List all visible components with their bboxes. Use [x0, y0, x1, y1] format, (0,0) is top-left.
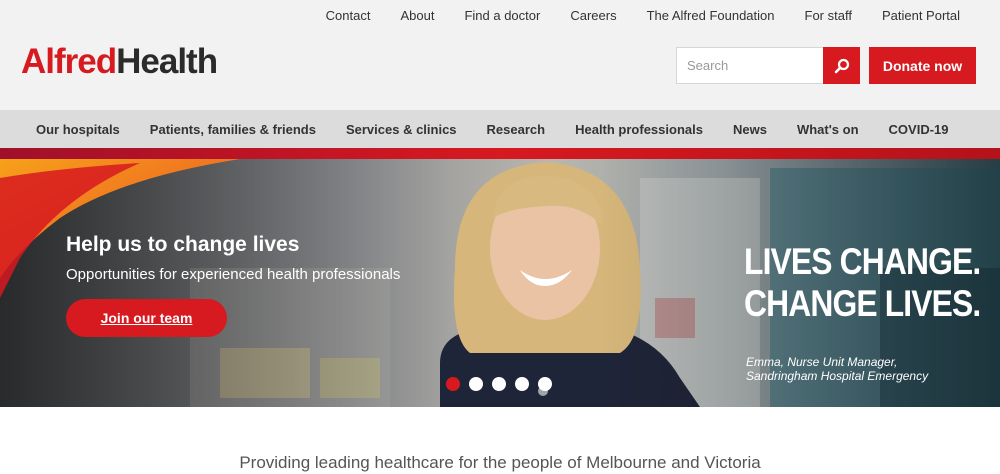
alfred-health-logo[interactable]: AlfredHealth — [21, 42, 218, 82]
nav-patients-families-friends[interactable]: Patients, families & friends — [135, 122, 331, 137]
nav-news[interactable]: News — [718, 122, 782, 137]
nav-our-hospitals[interactable]: Our hospitals — [21, 122, 135, 137]
nav-covid-19[interactable]: COVID-19 — [874, 122, 964, 137]
carousel-dot-2[interactable] — [469, 377, 483, 391]
hero-slogan: LIVES CHANGE. CHANGE LIVES. — [744, 241, 981, 325]
search-bar — [676, 47, 860, 84]
logo-text-alfred: Alfred — [21, 42, 117, 81]
nav-research[interactable]: Research — [472, 122, 561, 137]
hero-title: Help us to change lives — [66, 233, 300, 256]
slogan-line-1: LIVES CHANGE. — [744, 241, 981, 282]
utility-link-about[interactable]: About — [400, 8, 434, 24]
hero-text-block: Help us to change lives Opportunities fo… — [66, 232, 400, 284]
caption-line-1: Emma, Nurse Unit Manager, — [746, 355, 898, 369]
carousel-dot-5[interactable] — [538, 377, 552, 391]
nav-services-clinics[interactable]: Services & clinics — [331, 122, 472, 137]
utility-nav: Contact About Find a doctor Careers The … — [296, 8, 960, 24]
search-button[interactable] — [823, 47, 860, 84]
utility-link-find-doctor[interactable]: Find a doctor — [464, 8, 540, 24]
utility-link-contact[interactable]: Contact — [326, 8, 371, 24]
utility-link-patient-portal[interactable]: Patient Portal — [882, 8, 960, 24]
search-input[interactable] — [676, 47, 823, 84]
join-our-team-button[interactable]: Join our team — [66, 299, 227, 337]
carousel-dot-3[interactable] — [492, 377, 506, 391]
carousel-dot-1[interactable] — [446, 377, 460, 391]
hero-caption: Emma, Nurse Unit Manager, Sandringham Ho… — [746, 355, 928, 383]
hero-subtitle: Opportunities for experienced health pro… — [66, 266, 401, 283]
site-header: Contact About Find a doctor Careers The … — [0, 0, 1000, 110]
utility-link-foundation[interactable]: The Alfred Foundation — [647, 8, 775, 24]
nav-whats-on[interactable]: What's on — [782, 122, 874, 137]
utility-link-careers[interactable]: Careers — [570, 8, 616, 24]
main-nav: Our hospitals Patients, families & frien… — [0, 110, 1000, 148]
carousel-dots — [446, 377, 561, 391]
utility-link-for-staff[interactable]: For staff — [805, 8, 852, 24]
caption-line-2: Sandringham Hospital Emergency — [746, 369, 929, 383]
hero-banner: Help us to change lives Opportunities fo… — [0, 148, 1000, 407]
logo-text-health: Health — [116, 42, 218, 81]
slogan-line-2: CHANGE LIVES. — [744, 283, 981, 324]
donate-button[interactable]: Donate now — [869, 47, 976, 84]
search-icon — [834, 58, 849, 73]
nav-health-professionals[interactable]: Health professionals — [560, 122, 718, 137]
carousel-dot-4[interactable] — [515, 377, 529, 391]
tagline: Providing leading healthcare for the peo… — [239, 453, 761, 472]
